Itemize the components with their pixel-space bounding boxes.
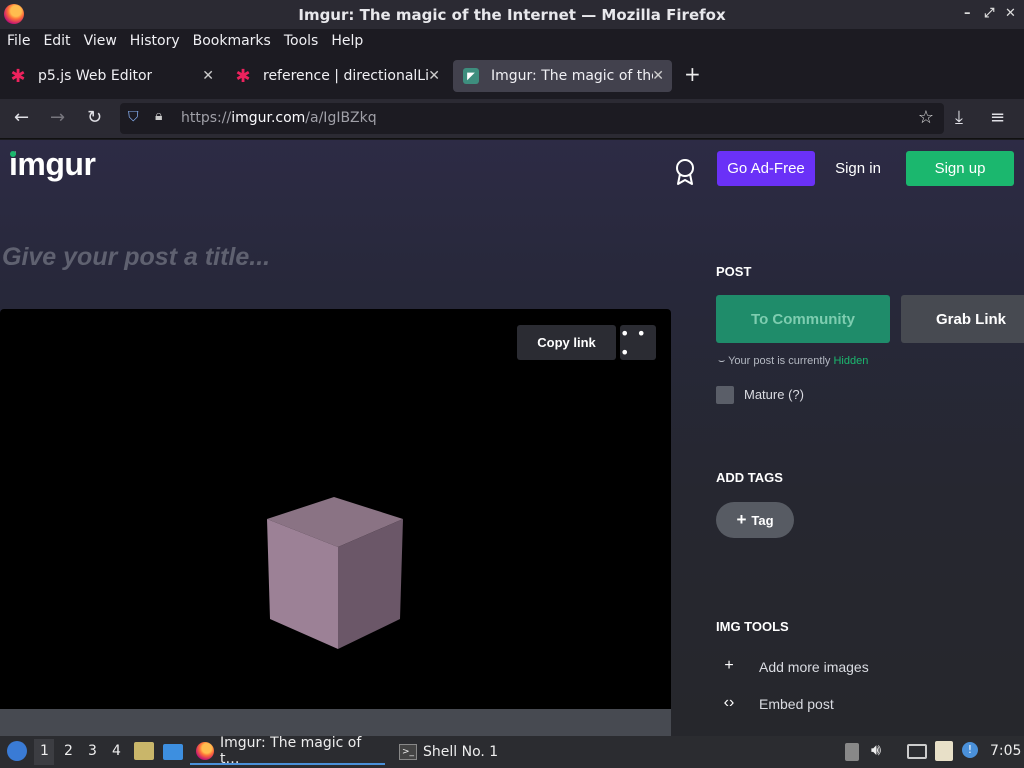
tab-label: Imgur: The magic of the bbox=[491, 68, 653, 84]
add-tags-heading: ADD TAGS bbox=[716, 470, 783, 485]
menubar: File Edit View History Bookmarks Tools H… bbox=[0, 29, 1024, 53]
desktop-icon[interactable] bbox=[163, 744, 183, 760]
p5-asterisk-icon: ✱ bbox=[235, 65, 251, 87]
tab-imgur[interactable]: ◤ Imgur: The magic of the ✕ bbox=[453, 60, 672, 92]
new-tab-button[interactable]: + bbox=[684, 62, 701, 86]
medal-icon[interactable] bbox=[674, 158, 696, 186]
to-community-button[interactable]: To Community bbox=[716, 295, 890, 343]
window-titlebar: Imgur: The magic of the Internet — Mozil… bbox=[0, 0, 1024, 29]
menu-view[interactable]: View bbox=[84, 33, 117, 49]
clipboard-icon[interactable] bbox=[935, 741, 953, 761]
logo-dot bbox=[10, 151, 16, 157]
add-tag-button[interactable]: + Tag bbox=[716, 502, 794, 538]
menu-bookmarks[interactable]: Bookmarks bbox=[193, 33, 271, 49]
menu-history[interactable]: History bbox=[130, 33, 180, 49]
workspace-4[interactable]: 4 bbox=[112, 743, 121, 759]
p5-asterisk-icon: ✱ bbox=[10, 65, 26, 87]
close-tab-icon[interactable]: ✕ bbox=[652, 68, 664, 84]
tab-strip: ✱ p5.js Web Editor ✕ ✱ reference | direc… bbox=[0, 53, 1024, 99]
firefox-logo-icon bbox=[4, 4, 24, 24]
hamburger-menu-icon[interactable]: ≡ bbox=[990, 107, 1005, 128]
imgur-logo[interactable]: imgur bbox=[9, 146, 96, 183]
workspace-3[interactable]: 3 bbox=[88, 743, 97, 759]
window-title: Imgur: The magic of the Internet — Mozil… bbox=[298, 5, 726, 24]
network-icon[interactable] bbox=[907, 744, 927, 759]
file-manager-icon[interactable] bbox=[134, 742, 154, 760]
taskbar-firefox[interactable]: Imgur: The magic of t… bbox=[190, 735, 385, 767]
close-tab-icon[interactable]: ✕ bbox=[202, 68, 214, 84]
post-image: Copy link • • • bbox=[0, 309, 671, 709]
tab-reference[interactable]: ✱ reference | directionalLig ✕ bbox=[225, 60, 448, 92]
close-window-button[interactable]: ✕ bbox=[1005, 6, 1016, 21]
menu-help[interactable]: Help bbox=[331, 33, 363, 49]
lock-icon[interactable]: 🔒︎ bbox=[155, 108, 162, 124]
terminal-icon: >_ bbox=[399, 744, 417, 760]
menu-tools[interactable]: Tools bbox=[284, 33, 319, 49]
plus-icon: + bbox=[736, 510, 747, 529]
minimize-button[interactable]: – bbox=[964, 6, 971, 21]
firefox-icon bbox=[196, 742, 214, 760]
imgur-favicon-icon: ◤ bbox=[463, 68, 479, 84]
menu-edit[interactable]: Edit bbox=[43, 33, 70, 49]
tracking-shield-icon[interactable]: ⛉ bbox=[128, 109, 139, 125]
close-tab-icon[interactable]: ✕ bbox=[428, 68, 440, 84]
url-text[interactable]: https://imgur.com/a/IgIBZkq bbox=[181, 110, 377, 126]
image-footer bbox=[0, 709, 671, 736]
hidden-link[interactable]: Hidden bbox=[833, 355, 868, 367]
taskbar-shell[interactable]: >_ Shell No. 1 bbox=[393, 739, 533, 765]
cube-render bbox=[267, 497, 403, 649]
tab-label: p5.js Web Editor bbox=[38, 68, 153, 84]
mature-checkbox[interactable] bbox=[716, 386, 734, 404]
url-bar[interactable]: ⛉ 🔒︎ https://imgur.com/a/IgIBZkq ☆ bbox=[120, 103, 944, 134]
navigation-bar: ← → ↻ ⛉ 🔒︎ https://imgur.com/a/IgIBZkq ☆… bbox=[0, 99, 1024, 139]
maximize-button[interactable]: ⤢ bbox=[984, 6, 994, 21]
mature-label[interactable]: Mature (?) bbox=[744, 387, 804, 402]
menu-file[interactable]: File bbox=[7, 33, 30, 49]
post-heading: POST bbox=[716, 264, 752, 279]
eye-closed-icon: ⌣ bbox=[718, 355, 726, 367]
notification-icon[interactable] bbox=[845, 743, 859, 761]
tab-p5-editor[interactable]: ✱ p5.js Web Editor ✕ bbox=[0, 60, 222, 92]
taskbar: 1 2 3 4 Imgur: The magic of t… >_ Shell … bbox=[0, 735, 1024, 768]
reload-icon[interactable]: ↻ bbox=[87, 107, 102, 128]
sign-up-button[interactable]: Sign up bbox=[906, 151, 1014, 186]
bookmark-star-icon[interactable]: ☆ bbox=[918, 107, 934, 128]
back-arrow-icon[interactable]: ← bbox=[14, 107, 29, 128]
volume-icon[interactable]: 🔊︎ bbox=[871, 740, 881, 760]
more-options-button[interactable]: • • • bbox=[620, 324, 656, 362]
visibility-note: ⌣ Your post is currently Hidden bbox=[718, 355, 869, 367]
start-menu-icon[interactable] bbox=[7, 741, 27, 761]
go-ad-free-button[interactable]: Go Ad-Free bbox=[717, 151, 815, 186]
tab-label: reference | directionalLig bbox=[263, 68, 429, 84]
workspace-2[interactable]: 2 bbox=[64, 743, 73, 759]
plus-icon: + bbox=[724, 657, 734, 674]
imgur-page: imgur Go Ad-Free Sign in Sign up Give yo… bbox=[0, 140, 1024, 736]
forward-arrow-icon[interactable]: → bbox=[50, 107, 65, 128]
workspace-1[interactable]: 1 bbox=[40, 743, 49, 759]
img-tools-heading: IMG TOOLS bbox=[716, 619, 789, 634]
updates-icon[interactable]: ! bbox=[962, 742, 978, 758]
copy-link-button[interactable]: Copy link bbox=[517, 325, 616, 360]
sign-in-button[interactable]: Sign in bbox=[826, 151, 890, 186]
code-icon: ‹› bbox=[723, 694, 735, 711]
grab-link-button[interactable]: Grab Link bbox=[901, 295, 1024, 343]
downloads-icon[interactable]: ⤓ bbox=[955, 107, 963, 128]
clock[interactable]: 7:05 bbox=[990, 743, 1021, 759]
post-title-input[interactable]: Give your post a title... bbox=[2, 243, 270, 272]
